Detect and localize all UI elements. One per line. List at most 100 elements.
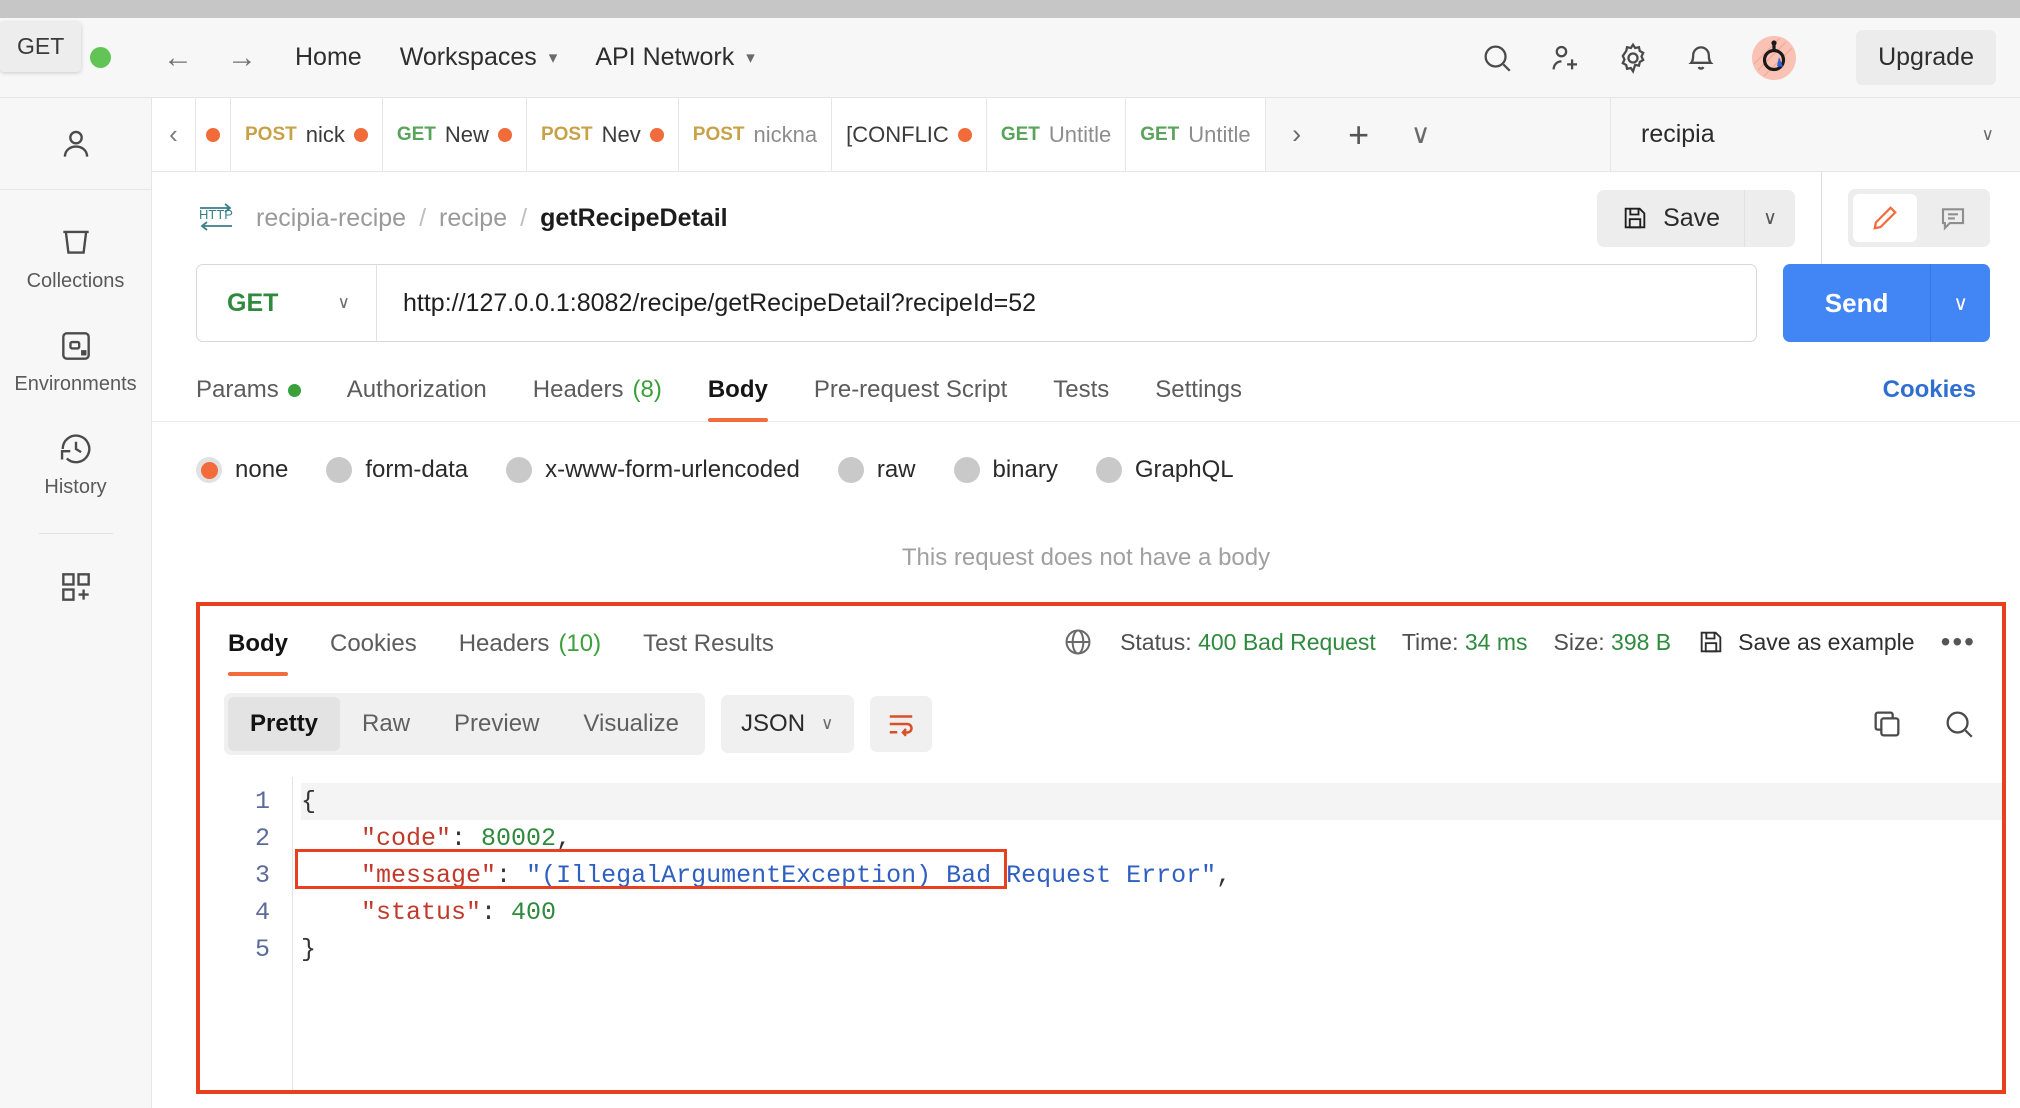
chevron-down-icon: ▾	[549, 48, 558, 68]
environment-selector[interactable]: recipia ∨	[1610, 98, 2020, 171]
tabs-scroll-right-button[interactable]: ›	[1266, 98, 1328, 171]
tab-headers[interactable]: Headers (8)	[533, 376, 662, 421]
workspaces-menu[interactable]: Workspaces ▾	[400, 43, 558, 72]
history-navigation[interactable]: ← →	[163, 43, 257, 73]
url-input[interactable]	[377, 289, 1756, 318]
response-tab-headers[interactable]: Headers (10)	[459, 630, 601, 675]
request-tab[interactable]: POST nick	[231, 98, 383, 171]
workspaces-label: Workspaces	[400, 43, 537, 72]
tab-settings[interactable]: Settings	[1155, 376, 1242, 421]
more-dots-icon[interactable]: •••	[1941, 626, 1976, 658]
maximize-window-button[interactable]	[90, 47, 111, 68]
response-tab-test-results[interactable]: Test Results	[643, 630, 774, 675]
send-options-caret-icon[interactable]: ∨	[1930, 264, 1990, 342]
search-icon[interactable]	[1942, 707, 1976, 741]
home-link[interactable]: Home	[295, 43, 362, 72]
json-response-body[interactable]: { "code": 80002, "message": "(IllegalArg…	[292, 777, 2002, 1090]
search-icon[interactable]	[1480, 41, 1514, 75]
response-body-viewer[interactable]: 1 2 3 4 5 { "code": 80002, "message": "(…	[200, 777, 2002, 1090]
save-as-example-button[interactable]: Save as example	[1697, 628, 1914, 656]
chevron-down-icon: ∨	[338, 293, 350, 313]
request-tab[interactable]: GET Untitle	[987, 98, 1126, 171]
chevron-down-icon: ▾	[746, 48, 755, 68]
method-selector[interactable]: GET ∨	[197, 265, 377, 341]
code-token: "status"	[301, 898, 481, 927]
cookies-link[interactable]: Cookies	[1883, 376, 1976, 421]
request-tab[interactable]: [CONFLIC	[832, 98, 987, 171]
line-number: 5	[200, 931, 270, 968]
globe-icon[interactable]	[1062, 626, 1094, 658]
tab-pre-request-script[interactable]: Pre-request Script	[814, 376, 1007, 421]
copy-icon[interactable]	[1870, 707, 1904, 741]
response-tab-body[interactable]: Body	[228, 630, 288, 675]
tab-body[interactable]: Body	[708, 376, 768, 421]
breadcrumb-separator: /	[419, 204, 426, 233]
code-line: }	[301, 931, 2002, 968]
request-tab[interactable]: POST nickna	[679, 98, 832, 171]
tab-method: POST	[693, 124, 745, 146]
avatar[interactable]	[1752, 36, 1796, 80]
sidebar-user-button[interactable]	[0, 98, 151, 190]
body-type-none[interactable]: none	[196, 456, 288, 484]
chevron-down-icon: ∨	[1982, 125, 1994, 145]
sidebar-item-apps[interactable]	[0, 568, 151, 606]
api-network-menu[interactable]: API Network ▾	[595, 43, 754, 72]
status-text: Status: 400 Bad Request	[1120, 629, 1376, 656]
response-header: Body Cookies Headers (10) Test Results	[200, 606, 2002, 675]
status-label: Status:	[1120, 629, 1192, 655]
code-token: ,	[1216, 861, 1231, 890]
view-raw[interactable]: Raw	[340, 697, 432, 751]
tabs-menu-caret-icon[interactable]: ∨	[1390, 98, 1452, 171]
response-section-tabs: Body Cookies Headers (10) Test Results	[214, 630, 774, 675]
send-button[interactable]: Send	[1783, 264, 1931, 342]
request-tab[interactable]: GET Untitle	[1126, 98, 1265, 171]
upgrade-button[interactable]: Upgrade	[1856, 30, 1996, 85]
response-tab-cookies[interactable]: Cookies	[330, 630, 417, 675]
sidebar-item-collections[interactable]: Collections	[0, 224, 151, 293]
tabs-scroll-left-button[interactable]: ‹	[152, 98, 196, 171]
save-button[interactable]: Save	[1597, 190, 1744, 247]
wrap-lines-button[interactable]	[870, 696, 932, 752]
comments-button[interactable]	[1921, 194, 1985, 242]
request-tab[interactable]: GET New	[383, 98, 527, 171]
headers-count: (8)	[633, 376, 662, 404]
tab-name: nickna	[754, 122, 818, 148]
empty-body-message: This request does not have a body	[152, 544, 2020, 594]
body-type-urlencoded[interactable]: x-www-form-urlencoded	[506, 456, 800, 484]
forward-arrow-icon[interactable]: →	[227, 43, 257, 73]
invite-user-icon[interactable]	[1548, 41, 1582, 75]
save-options-caret-icon[interactable]: ∨	[1744, 190, 1795, 247]
body-type-graphql[interactable]: GraphQL	[1096, 456, 1234, 484]
notifications-bell-icon[interactable]	[1684, 41, 1718, 75]
tab-authorization[interactable]: Authorization	[347, 376, 487, 421]
breadcrumb-item[interactable]: recipia-recipe	[256, 204, 406, 233]
breadcrumb-item[interactable]: recipe	[439, 204, 507, 233]
request-tab[interactable]: POST Nev	[527, 98, 679, 171]
user-icon	[57, 125, 95, 163]
tab-method: GET	[1140, 124, 1179, 146]
tab-tests[interactable]: Tests	[1053, 376, 1109, 421]
edit-mode-button[interactable]	[1853, 194, 1917, 242]
tab-method: POST	[541, 124, 593, 146]
view-preview[interactable]: Preview	[432, 697, 561, 751]
body-type-raw[interactable]: raw	[838, 456, 916, 484]
code-line: "message": "(IllegalArgumentException) B…	[301, 857, 2002, 894]
view-visualize[interactable]: Visualize	[561, 697, 701, 751]
sidebar-item-history[interactable]: History	[0, 430, 151, 499]
body-type-form-data[interactable]: form-data	[326, 456, 468, 484]
view-pretty[interactable]: Pretty	[228, 697, 340, 751]
new-tab-button[interactable]: +	[1328, 98, 1390, 171]
postman-window: ← → Home Workspaces ▾ API Network ▾	[0, 18, 2020, 1108]
response-format-selector[interactable]: JSON ∨	[721, 695, 853, 753]
environments-icon	[57, 327, 95, 365]
tab-label: Cookies	[330, 630, 417, 658]
code-token: 400	[511, 898, 556, 927]
request-tab[interactable]	[196, 98, 231, 171]
body-type-binary[interactable]: binary	[954, 456, 1058, 484]
tab-label: Tests	[1053, 376, 1109, 404]
back-arrow-icon[interactable]: ←	[163, 43, 193, 73]
code-token: "code"	[301, 824, 451, 853]
sidebar-item-environments[interactable]: Environments	[0, 327, 151, 396]
settings-gear-icon[interactable]	[1616, 41, 1650, 75]
tab-params[interactable]: Params	[196, 376, 301, 421]
